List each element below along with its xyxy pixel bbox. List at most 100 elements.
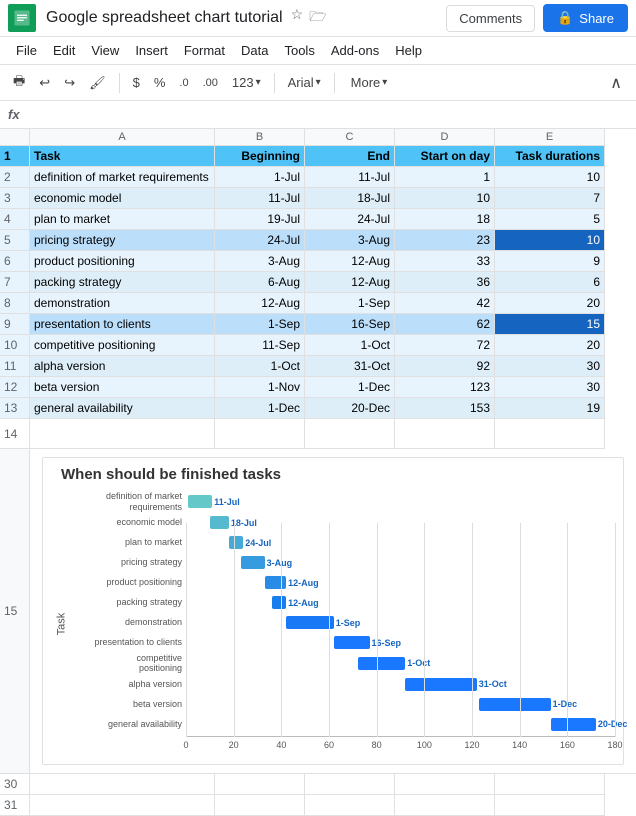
cell-a1[interactable]: Task bbox=[30, 146, 215, 167]
cell-c6[interactable]: 12-Aug bbox=[305, 251, 395, 272]
cell-d1[interactable]: Start on day bbox=[395, 146, 495, 167]
col-d-header[interactable]: D bbox=[395, 129, 495, 146]
cell-c3[interactable]: 18-Jul bbox=[305, 188, 395, 209]
cell-d7[interactable]: 36 bbox=[395, 272, 495, 293]
cell-d30[interactable] bbox=[395, 774, 495, 795]
cell-b4[interactable]: 19-Jul bbox=[215, 209, 305, 230]
menu-data[interactable]: Data bbox=[233, 39, 276, 62]
cell-a4[interactable]: plan to market bbox=[30, 209, 215, 230]
cell-d11[interactable]: 92 bbox=[395, 356, 495, 377]
cell-d14[interactable] bbox=[395, 419, 495, 449]
cell-b1[interactable]: Beginning bbox=[215, 146, 305, 167]
cell-c10[interactable]: 1-Oct bbox=[305, 335, 395, 356]
currency-button[interactable]: $ bbox=[128, 72, 145, 93]
cell-d2[interactable]: 1 bbox=[395, 167, 495, 188]
cell-b12[interactable]: 1-Nov bbox=[215, 377, 305, 398]
cell-a31[interactable] bbox=[30, 795, 215, 816]
cell-a9[interactable]: presentation to clients bbox=[30, 314, 215, 335]
comments-button[interactable]: Comments bbox=[446, 5, 535, 32]
menu-file[interactable]: File bbox=[8, 39, 45, 62]
cell-e10[interactable]: 20 bbox=[495, 335, 605, 356]
cell-e11[interactable]: 30 bbox=[495, 356, 605, 377]
cell-d9[interactable]: 62 bbox=[395, 314, 495, 335]
cell-b7[interactable]: 6-Aug bbox=[215, 272, 305, 293]
cell-d13[interactable]: 153 bbox=[395, 398, 495, 419]
cell-b9[interactable]: 1-Sep bbox=[215, 314, 305, 335]
cell-e7[interactable]: 6 bbox=[495, 272, 605, 293]
cell-c1[interactable]: End bbox=[305, 146, 395, 167]
star-icon[interactable]: ☆ bbox=[291, 6, 304, 30]
cell-b3[interactable]: 11-Jul bbox=[215, 188, 305, 209]
cell-b11[interactable]: 1-Oct bbox=[215, 356, 305, 377]
cell-a2[interactable]: definition of market requirements bbox=[30, 167, 215, 188]
print-button[interactable]: 🖶 bbox=[8, 69, 30, 97]
menu-help[interactable]: Help bbox=[387, 39, 430, 62]
cell-d6[interactable]: 33 bbox=[395, 251, 495, 272]
cell-c14[interactable] bbox=[305, 419, 395, 449]
cell-a10[interactable]: competitive positioning bbox=[30, 335, 215, 356]
cell-e3[interactable]: 7 bbox=[495, 188, 605, 209]
col-c-header[interactable]: C bbox=[305, 129, 395, 146]
cell-b13[interactable]: 1-Dec bbox=[215, 398, 305, 419]
cell-e1[interactable]: Task durations bbox=[495, 146, 605, 167]
cell-c7[interactable]: 12-Aug bbox=[305, 272, 395, 293]
cell-c31[interactable] bbox=[305, 795, 395, 816]
percent-button[interactable]: % bbox=[149, 72, 171, 93]
cell-b2[interactable]: 1-Jul bbox=[215, 167, 305, 188]
menu-addons[interactable]: Add-ons bbox=[323, 39, 387, 62]
menu-tools[interactable]: Tools bbox=[276, 39, 322, 62]
decimal-inc-button[interactable]: .00 bbox=[198, 74, 223, 92]
cell-c13[interactable]: 20-Dec bbox=[305, 398, 395, 419]
cell-e8[interactable]: 20 bbox=[495, 293, 605, 314]
menu-edit[interactable]: Edit bbox=[45, 39, 83, 62]
cell-e30[interactable] bbox=[495, 774, 605, 795]
cell-b31[interactable] bbox=[215, 795, 305, 816]
cell-a14[interactable] bbox=[30, 419, 215, 449]
col-b-header[interactable]: B bbox=[215, 129, 305, 146]
cell-a30[interactable] bbox=[30, 774, 215, 795]
col-a-header[interactable]: A bbox=[30, 129, 215, 146]
share-button[interactable]: 🔒 Share bbox=[543, 4, 628, 32]
cell-b5[interactable]: 24-Jul bbox=[215, 230, 305, 251]
paint-button[interactable]: 🖌 bbox=[84, 72, 111, 94]
number-format-dropdown[interactable]: 123 ▾ bbox=[227, 72, 266, 93]
cell-e12[interactable]: 30 bbox=[495, 377, 605, 398]
cell-b14[interactable] bbox=[215, 419, 305, 449]
cell-e4[interactable]: 5 bbox=[495, 209, 605, 230]
collapse-button[interactable]: ∧ bbox=[604, 70, 628, 96]
cell-c9[interactable]: 16-Sep bbox=[305, 314, 395, 335]
cell-a11[interactable]: alpha version bbox=[30, 356, 215, 377]
cell-c30[interactable] bbox=[305, 774, 395, 795]
cell-d12[interactable]: 123 bbox=[395, 377, 495, 398]
folder-icon[interactable]: 🗁 bbox=[309, 6, 326, 30]
cell-b10[interactable]: 11-Sep bbox=[215, 335, 305, 356]
cell-a5[interactable]: pricing strategy bbox=[30, 230, 215, 251]
cell-c11[interactable]: 31-Oct bbox=[305, 356, 395, 377]
cell-e6[interactable]: 9 bbox=[495, 251, 605, 272]
menu-insert[interactable]: Insert bbox=[127, 39, 176, 62]
col-e-header[interactable]: E bbox=[495, 129, 605, 146]
cell-b30[interactable] bbox=[215, 774, 305, 795]
decimal-dec-button[interactable]: .0 bbox=[174, 74, 193, 92]
cell-d8[interactable]: 42 bbox=[395, 293, 495, 314]
cell-d3[interactable]: 10 bbox=[395, 188, 495, 209]
doc-title[interactable]: Google spreadsheet chart tutorial bbox=[46, 9, 283, 27]
cell-a7[interactable]: packing strategy bbox=[30, 272, 215, 293]
cell-e2[interactable]: 10 bbox=[495, 167, 605, 188]
cell-d10[interactable]: 72 bbox=[395, 335, 495, 356]
cell-e14[interactable] bbox=[495, 419, 605, 449]
more-button[interactable]: More ▾ bbox=[343, 72, 396, 93]
cell-c2[interactable]: 11-Jul bbox=[305, 167, 395, 188]
cell-a13[interactable]: general availability bbox=[30, 398, 215, 419]
cell-c4[interactable]: 24-Jul bbox=[305, 209, 395, 230]
cell-d31[interactable] bbox=[395, 795, 495, 816]
cell-a12[interactable]: beta version bbox=[30, 377, 215, 398]
cell-b6[interactable]: 3-Aug bbox=[215, 251, 305, 272]
font-dropdown[interactable]: Arial ▾ bbox=[283, 72, 326, 93]
cell-e31[interactable] bbox=[495, 795, 605, 816]
undo-button[interactable]: ↩ bbox=[34, 72, 55, 94]
cell-d5[interactable]: 23 bbox=[395, 230, 495, 251]
menu-format[interactable]: Format bbox=[176, 39, 233, 62]
cell-d4[interactable]: 18 bbox=[395, 209, 495, 230]
cell-b8[interactable]: 12-Aug bbox=[215, 293, 305, 314]
